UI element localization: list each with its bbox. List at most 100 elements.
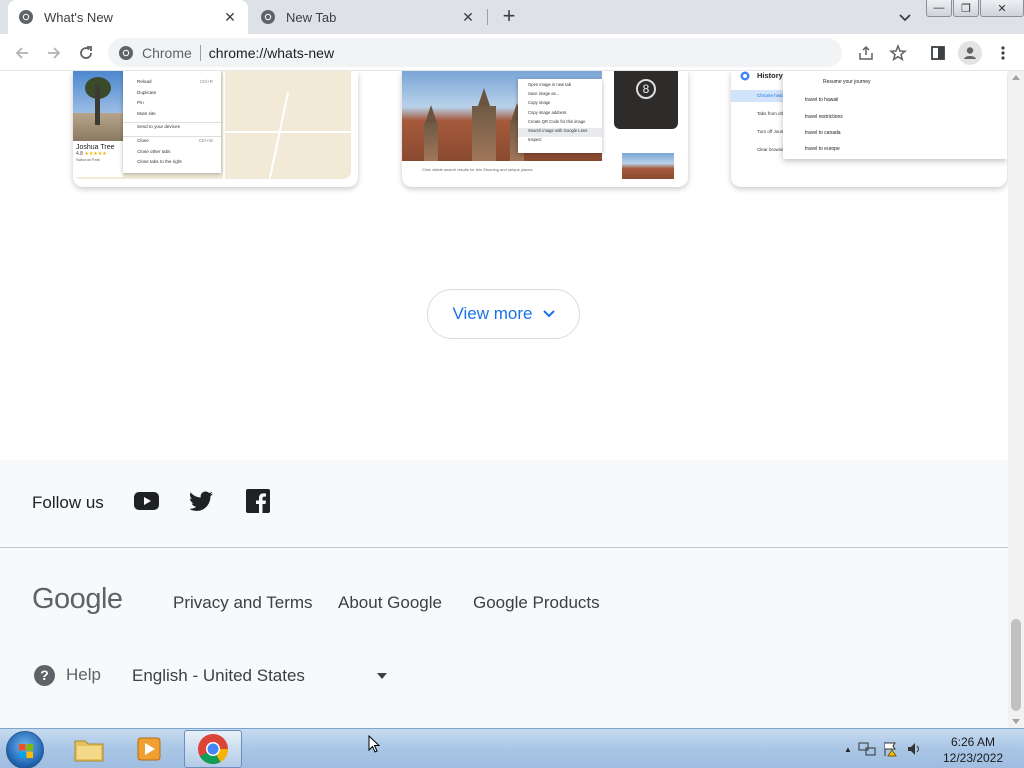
image-context-menu-illustration: Open image in new tab Save image as... C…: [518, 79, 602, 153]
restore-button[interactable]: ❐: [953, 0, 979, 17]
facebook-icon[interactable]: [245, 489, 271, 513]
feature-card-tab-context-menu[interactable]: Joshua Tree 4.8 ★★★★★ National Park Relo…: [73, 71, 358, 187]
ctx-menu-item: Inspect: [528, 137, 542, 143]
follow-us-label: Follow us: [32, 493, 104, 512]
scroll-up-arrow-icon[interactable]: [1012, 75, 1020, 80]
ctx-menu-item: Save image as...: [528, 91, 560, 97]
share-icon[interactable]: [856, 43, 876, 63]
view-more-label: View more: [452, 304, 533, 323]
ctx-menu-item: Mute site: [137, 110, 156, 116]
profile-icon[interactable]: [958, 41, 982, 65]
ctx-menu-item: Create QR Code for this image: [528, 118, 586, 124]
feature-card-google-lens[interactable]: Open image in new tab Save image as... C…: [402, 71, 688, 187]
folder-icon: [74, 740, 104, 762]
about-google-link[interactable]: About Google: [338, 593, 442, 613]
chrome-taskbar-button[interactable]: [184, 730, 242, 768]
place-type: National Park: [76, 157, 101, 162]
chrome-site-icon: [118, 45, 134, 61]
taskbar-clock[interactable]: 6:26 AM 12/23/2022: [936, 734, 1010, 766]
url-text[interactable]: chrome://whats-new: [209, 45, 334, 61]
network-icon: [858, 742, 876, 756]
view-more-button[interactable]: View more: [427, 289, 580, 339]
tab-title: New Tab: [286, 9, 337, 25]
tab-separator: [487, 9, 488, 25]
scrollbar-thumb[interactable]: [1011, 619, 1021, 711]
start-button[interactable]: [6, 731, 44, 768]
google-products-link[interactable]: Google Products: [473, 593, 600, 613]
youtube-icon[interactable]: [133, 490, 159, 512]
new-tab-button[interactable]: +: [498, 5, 520, 28]
twitter-icon[interactable]: [189, 490, 215, 512]
history-title: History: [757, 71, 783, 80]
clock-date: 12/23/2022: [942, 751, 1004, 765]
windows-explorer-taskbar-button[interactable]: [60, 730, 118, 768]
dropdown-item: travel to europe: [805, 146, 840, 152]
lens-number: 8: [636, 79, 656, 99]
language-select[interactable]: English - United States: [132, 664, 392, 688]
feature-card-journeys[interactable]: History Chrome history Tabs from other d…: [731, 71, 1007, 187]
tab-whats-new[interactable]: What's New ✕: [8, 0, 248, 34]
place-name: Joshua Tree: [76, 144, 115, 151]
tab-search-icon[interactable]: [896, 8, 914, 26]
lens-results-panel: 8: [614, 71, 678, 179]
card-caption: Click visible search results for this St…: [422, 167, 533, 172]
page-viewport: Joshua Tree 4.8 ★★★★★ National Park Relo…: [0, 71, 1008, 728]
back-arrow-icon[interactable]: [11, 42, 33, 64]
media-player-icon: [137, 737, 161, 761]
volume-icon: [907, 743, 919, 755]
tab-close-icon[interactable]: ✕: [460, 9, 476, 25]
chrome-logo-icon: [740, 71, 750, 81]
forward-arrow-icon[interactable]: [43, 42, 65, 64]
chrome-icon: [198, 734, 228, 765]
windows-taskbar: ▲ 6:26 AM 12/23/2022: [0, 728, 1024, 768]
privacy-terms-link[interactable]: Privacy and Terms: [173, 593, 313, 613]
dropdown-item: travel restrictions: [805, 114, 843, 120]
tab-strip: What's New ✕ New Tab ✕ + — ❐ ✕: [0, 0, 1024, 34]
journeys-dropdown: Resume your journey travel to hawaii tra…: [783, 71, 1007, 159]
ctx-menu-item: Open image in new tab: [528, 82, 572, 87]
menu-dots-icon[interactable]: [993, 43, 1013, 63]
help-link[interactable]: Help: [66, 665, 101, 685]
dropdown-header: Resume your journey: [823, 79, 871, 85]
show-hidden-icons-icon[interactable]: ▲: [844, 745, 852, 754]
tab-new-tab[interactable]: New Tab ✕: [250, 0, 486, 34]
language-value: English - United States: [132, 666, 305, 685]
ctx-menu-item: Search image with Google Lens: [518, 127, 602, 138]
dropdown-arrow-icon[interactable]: [377, 673, 387, 679]
joshua-tree-photo: [73, 71, 123, 141]
address-bar[interactable]: Chrome chrome://whats-new: [108, 38, 842, 67]
chrome-favicon-icon: [260, 9, 276, 25]
dropdown-item: travel to canada: [805, 130, 841, 136]
ctx-menu-item: Copy image: [528, 100, 551, 106]
close-window-button[interactable]: ✕: [980, 0, 1024, 17]
scroll-down-arrow-icon[interactable]: [1012, 719, 1020, 724]
site-name: Chrome: [142, 44, 192, 61]
clock-time: 6:26 AM: [950, 735, 996, 749]
minimize-button[interactable]: —: [926, 0, 952, 17]
url-separator: [199, 44, 201, 61]
tab-title: What's New: [44, 9, 113, 25]
help-icon[interactable]: ?: [34, 665, 55, 686]
history-panel: History Chrome history Tabs from other d…: [731, 71, 805, 179]
bookmark-star-icon[interactable]: [888, 43, 908, 63]
ctx-menu-item: Reload Ctrl+R: [137, 79, 213, 84]
page-scrollbar[interactable]: [1008, 71, 1024, 728]
chevron-down-icon: [542, 310, 555, 318]
ctx-menu-item: Copy image address: [528, 109, 567, 115]
ctx-menu-item: Close other tabs: [137, 148, 171, 154]
temple-thumbnail: [622, 153, 674, 179]
ctx-menu-item: Close tabs to the right: [137, 159, 182, 165]
page-footer: Follow us Google Privacy and Terms About…: [0, 460, 1008, 728]
tab-context-menu-illustration: Reload Ctrl+R Duplicate Pin Mute site Sen…: [123, 71, 221, 173]
windows-logo-icon: [19, 744, 33, 758]
tab-close-icon[interactable]: ✕: [222, 9, 238, 25]
reload-icon[interactable]: [75, 42, 97, 64]
google-logo[interactable]: Google: [32, 583, 123, 616]
ctx-menu-item: Send to your devices: [137, 124, 180, 130]
media-player-taskbar-button[interactable]: [120, 730, 178, 768]
history-row: Chrome history: [731, 90, 788, 102]
window-controls: — ❐ ✕: [926, 0, 1024, 18]
ctx-menu-item: Duplicate: [137, 89, 157, 95]
system-tray: ▲: [844, 737, 924, 761]
side-panel-icon[interactable]: [928, 43, 948, 63]
